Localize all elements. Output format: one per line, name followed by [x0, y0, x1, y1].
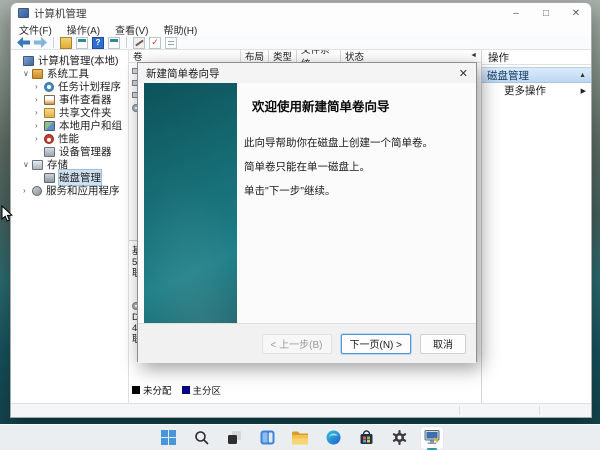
chevron-open-icon[interactable]: ∨	[23, 160, 32, 169]
dialog-title: 新建简单卷向导	[146, 66, 220, 81]
window-title: 计算机管理	[34, 6, 87, 21]
dialog-close-icon[interactable]: ✕	[459, 67, 468, 80]
back-button[interactable]: < 上一步(B)	[262, 334, 332, 354]
forward-icon[interactable]	[34, 37, 47, 48]
more-actions-item[interactable]: 更多操作 ▶	[482, 83, 591, 98]
properties-window-icon[interactable]	[108, 37, 120, 49]
actions-pane: 操作 磁盘管理 ▲ 更多操作 ▶	[481, 50, 591, 403]
tree-item-services-applications[interactable]: › 服务和应用程序	[11, 184, 128, 197]
menu-bar: 文件(F) 操作(A) 查看(V) 帮助(H)	[11, 23, 591, 36]
column-type[interactable]: 类型	[269, 50, 297, 62]
services-icon	[32, 186, 42, 196]
clock-icon	[44, 82, 54, 92]
show-console-tree-icon[interactable]	[60, 37, 72, 49]
chevron-closed-icon[interactable]: ›	[35, 82, 44, 91]
back-icon[interactable]	[17, 37, 30, 48]
title-bar[interactable]: 计算机管理 – □ ✕	[11, 3, 591, 23]
dialog-title-bar[interactable]: 新建简单卷向导 ✕	[138, 63, 476, 83]
users-icon	[44, 121, 55, 131]
menu-view[interactable]: 查看(V)	[115, 22, 148, 37]
chevron-closed-icon[interactable]: ›	[23, 186, 32, 195]
chevron-closed-icon[interactable]: ›	[35, 108, 44, 117]
event-log-icon	[44, 95, 55, 105]
close-icon[interactable]: ✕	[561, 3, 591, 23]
new-simple-volume-wizard-dialog: 新建简单卷向导 ✕ 欢迎使用新建简单卷向导 此向导帮助你在磁盘上创建一个简单卷。…	[137, 62, 477, 362]
app-icon	[18, 8, 29, 18]
status-bar	[11, 403, 591, 417]
mouse-cursor	[1, 205, 13, 222]
chevron-closed-icon[interactable]: ›	[35, 134, 44, 143]
chevron-closed-icon[interactable]: ›	[35, 121, 44, 130]
gauge-icon	[44, 134, 54, 144]
edge-icon[interactable]	[321, 426, 345, 450]
computer-icon	[23, 56, 34, 66]
submenu-arrow-icon: ▶	[581, 87, 586, 95]
menu-file[interactable]: 文件(F)	[19, 22, 52, 37]
help-icon[interactable]	[92, 37, 104, 49]
taskbar	[0, 424, 600, 450]
maximize-icon[interactable]: □	[531, 3, 561, 23]
task-view-icon[interactable]	[222, 426, 246, 450]
start-icon[interactable]	[156, 426, 180, 450]
storage-icon	[32, 160, 43, 170]
wizard-banner-image	[144, 83, 237, 323]
toolbox-icon	[32, 69, 43, 79]
toolbar	[11, 36, 591, 50]
chevron-open-icon[interactable]: ∨	[23, 69, 32, 78]
console-window-icon[interactable]	[76, 37, 88, 49]
tree-item-device-manager[interactable]: 设备管理器	[11, 145, 128, 158]
list-form-icon[interactable]	[165, 37, 177, 49]
wizard-body-text: 此向导帮助你在磁盘上创建一个简单卷。 简单卷只能在单一磁盘上。 单击"下一步"继…	[244, 137, 466, 209]
toolbar-separator	[126, 37, 127, 48]
search-icon[interactable]	[189, 426, 213, 450]
widgets-icon[interactable]	[255, 426, 279, 450]
store-icon[interactable]	[354, 426, 378, 450]
menu-help[interactable]: 帮助(H)	[163, 22, 197, 37]
actions-header: 操作	[482, 50, 591, 65]
minimize-icon[interactable]: –	[501, 3, 531, 23]
settings-icon[interactable]	[387, 426, 411, 450]
file-explorer-icon[interactable]	[288, 426, 312, 450]
device-manager-icon	[44, 147, 55, 157]
primary-partition-swatch	[182, 386, 190, 394]
console-tree: 计算机管理(本地) ∨ 系统工具 › 任务计划程序 › 事件查看器 › 共享文件…	[11, 50, 129, 403]
collapse-icon[interactable]: ▲	[579, 72, 586, 79]
column-status[interactable]: 状态	[341, 50, 481, 62]
wizard-button-bar: < 上一步(B) 下一页(N) > 取消	[138, 323, 476, 363]
column-volume[interactable]: 卷	[129, 50, 241, 62]
chevron-closed-icon[interactable]: ›	[35, 95, 44, 104]
menu-action[interactable]: 操作(A)	[67, 22, 100, 37]
check-document-icon[interactable]	[149, 37, 161, 49]
wizard-heading: 欢迎使用新建简单卷向导	[252, 96, 467, 115]
cancel-button[interactable]: 取消	[420, 334, 466, 354]
unallocated-swatch	[132, 386, 140, 394]
partition-legend: 未分配 主分区	[132, 383, 221, 397]
column-layout[interactable]: 布局	[241, 50, 269, 62]
next-button[interactable]: 下一页(N) >	[341, 334, 412, 354]
actions-group-disk-management[interactable]: 磁盘管理 ▲	[482, 67, 591, 83]
scroll-left-icon[interactable]: ◄	[470, 52, 477, 59]
action-wand-icon[interactable]	[133, 37, 145, 49]
toolbar-separator	[53, 37, 54, 48]
column-filesystem[interactable]: 文件系统	[297, 50, 341, 62]
disk-icon	[44, 173, 55, 183]
shared-folder-icon	[44, 108, 55, 118]
computer-management-icon[interactable]	[420, 426, 444, 450]
